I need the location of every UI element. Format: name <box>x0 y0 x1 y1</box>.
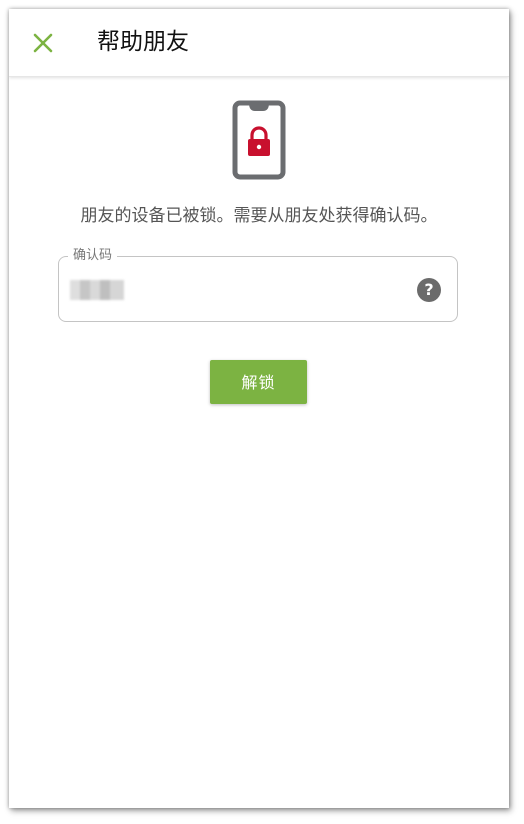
unlock-button[interactable]: 解锁 <box>210 360 307 404</box>
page-title: 帮助朋友 <box>97 29 189 55</box>
app-window: 帮助朋友 朋友的设备已被锁。需要从朋友处获得确认码。 确认码 ? 解锁 <box>9 9 509 808</box>
help-icon[interactable]: ? <box>417 278 441 302</box>
app-bar: 帮助朋友 <box>9 9 509 77</box>
locked-phone-icon <box>232 100 286 180</box>
locked-message: 朋友的设备已被锁。需要从朋友处获得确认码。 <box>80 206 438 226</box>
masked-code-value <box>70 280 124 300</box>
close-icon <box>33 33 53 53</box>
confirmation-code-field[interactable]: 确认码 ? <box>58 247 458 322</box>
confirmation-code-label: 确认码 <box>68 247 118 265</box>
close-button[interactable] <box>29 29 57 57</box>
